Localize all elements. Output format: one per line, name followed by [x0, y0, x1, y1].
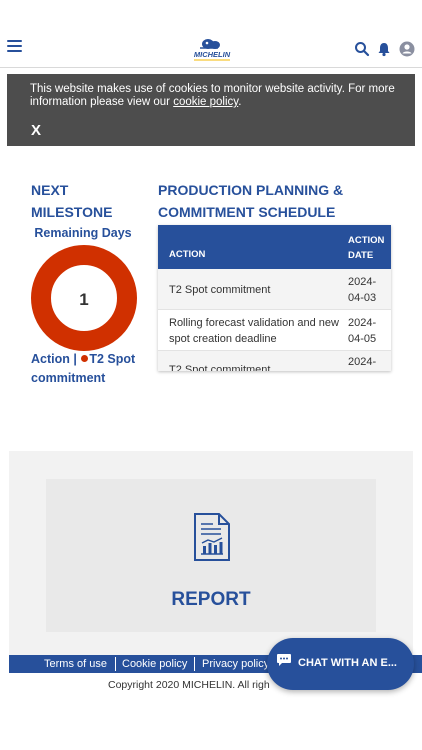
copyright-text: Copyright 2020 MICHELIN. All righ	[108, 679, 270, 691]
report-document-icon	[193, 512, 231, 562]
menu-icon[interactable]	[7, 40, 22, 53]
bell-icon[interactable]	[376, 41, 392, 57]
table-header: ACTION ACTION DATE	[158, 225, 391, 269]
cookie-policy-footer-link[interactable]: Cookie policy	[122, 658, 187, 670]
table-row: Rolling forecast validation and new spot…	[158, 310, 391, 351]
remaining-days-label: Remaining Days	[34, 226, 132, 240]
table-row: T2 Spot commitment 2024-04-03	[158, 269, 391, 310]
column-header-action: ACTION	[169, 249, 206, 260]
user-avatar-icon[interactable]	[399, 41, 415, 57]
chat-bubble-icon	[276, 653, 292, 667]
report-label: REPORT	[171, 589, 251, 610]
footer-separator	[194, 657, 195, 671]
cell-date: 2024-04-05	[348, 317, 377, 345]
footer-separator	[115, 657, 116, 671]
status-dot-icon	[81, 355, 89, 363]
cell-action: T2 Spot commitment	[169, 364, 271, 371]
milestone-action: Action | T2 Spot commitment	[31, 352, 136, 385]
svg-text:MICHELIN: MICHELIN	[194, 50, 231, 59]
cell-action: T2 Spot commitment	[169, 284, 271, 296]
cookie-banner: This website makes use of cookies to mon…	[7, 74, 415, 146]
terms-of-use-link[interactable]: Terms of use	[44, 658, 107, 670]
cookie-message: This website makes use of cookies to mon…	[30, 83, 395, 108]
chat-label: CHAT WITH AN E...	[298, 657, 397, 669]
schedule-table[interactable]: ACTION ACTION DATE T2 Spot commitment 202…	[158, 225, 391, 371]
milestone-title: NEXT MILESTONE	[31, 182, 113, 220]
cell-date: 2024-04-03	[348, 276, 377, 304]
schedule-title: PRODUCTION PLANNING & COMMITMENT SCHEDUL…	[158, 182, 344, 220]
app-header: MICHELIN	[0, 30, 422, 68]
privacy-policy-link[interactable]: Privacy policy	[202, 658, 269, 670]
cookie-policy-link[interactable]: cookie policy	[173, 96, 238, 108]
table-row: T2 Spot commitment 2024-	[158, 351, 391, 371]
remaining-days-value: 1	[79, 290, 88, 309]
cell-date: 2024-	[348, 356, 377, 368]
page: MICHELIN This website makes use of cooki…	[0, 0, 422, 750]
chat-button[interactable]: CHAT WITH AN E...	[267, 638, 414, 690]
cell-action: Rolling forecast validation and new spot…	[169, 317, 339, 345]
remaining-days-donut: 1	[30, 244, 138, 352]
column-header-date: ACTION DATE	[348, 235, 385, 261]
cookie-close-button[interactable]: X	[31, 122, 41, 139]
michelin-logo[interactable]: MICHELIN	[188, 36, 236, 62]
search-icon[interactable]	[354, 41, 370, 57]
report-card[interactable]: REPORT	[46, 479, 376, 632]
